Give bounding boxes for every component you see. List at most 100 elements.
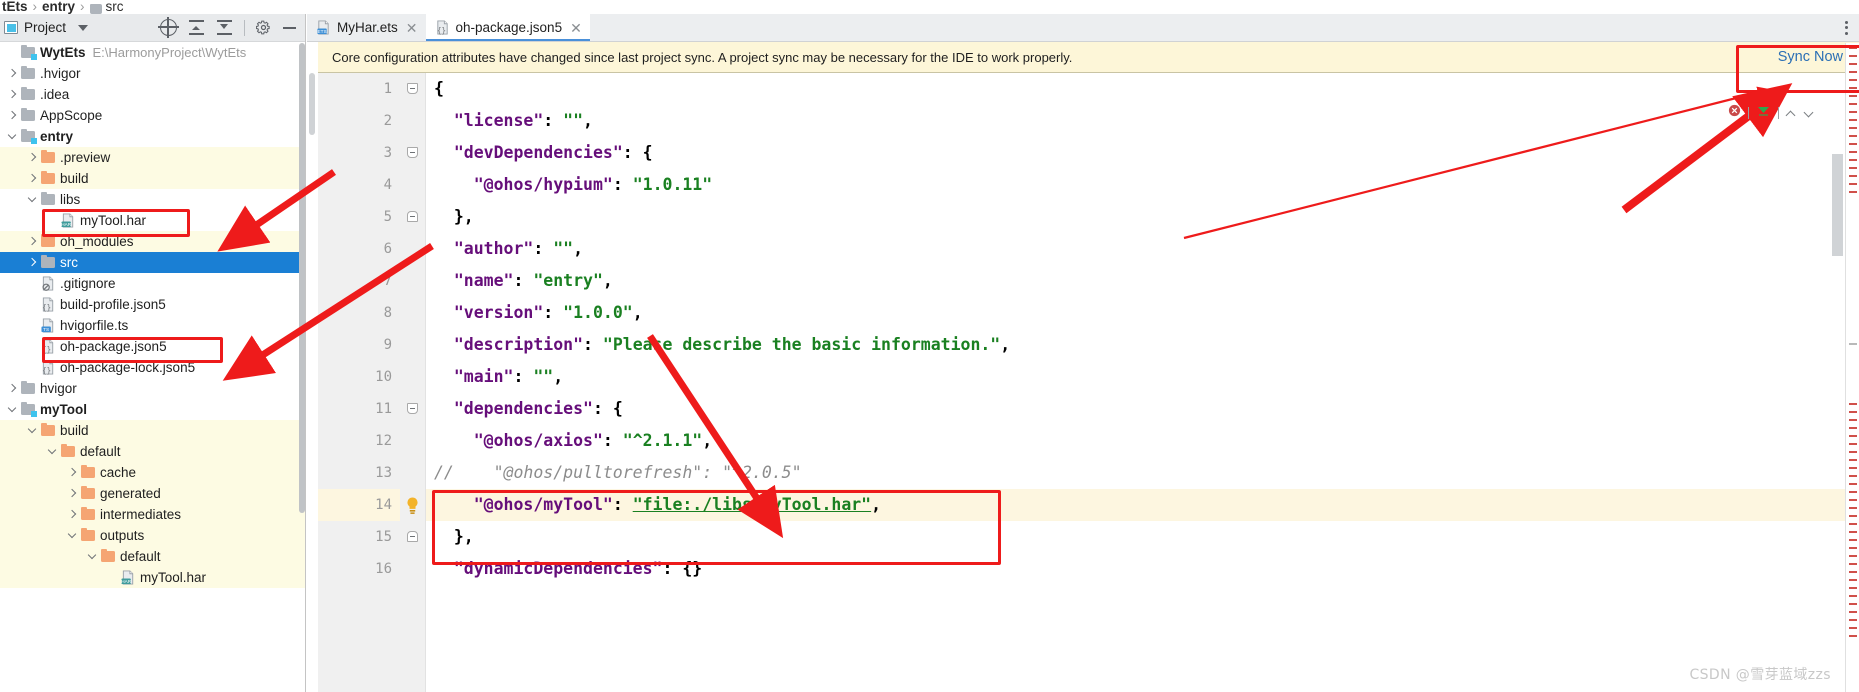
fold-toggle-icon[interactable] <box>407 83 419 96</box>
error-stripe-mark[interactable] <box>1849 555 1857 557</box>
error-stripe-mark[interactable] <box>1849 515 1857 517</box>
error-stripe-mark[interactable] <box>1849 595 1857 597</box>
close-icon[interactable]: ✕ <box>570 21 582 35</box>
error-stripe-mark[interactable] <box>1849 467 1857 469</box>
tree-toggle-down-icon[interactable] <box>6 403 19 416</box>
collapse-all-icon[interactable] <box>216 19 233 36</box>
tree-item-preview[interactable]: .preview <box>0 147 305 168</box>
error-stripe-mark[interactable] <box>1849 563 1857 565</box>
tree-item-intermediates[interactable]: intermediates <box>0 504 305 525</box>
error-stripe-mark[interactable] <box>1849 531 1857 533</box>
minimize-icon[interactable] <box>282 20 297 35</box>
code-line[interactable]: "devDependencies": { <box>400 137 1859 169</box>
error-stripe-mark[interactable] <box>1849 491 1857 493</box>
tree-item-hvigorfile-ts[interactable]: TS hvigorfile.ts <box>0 315 305 336</box>
error-stripe-mark[interactable] <box>1849 151 1857 153</box>
error-stripe-mark[interactable] <box>1849 119 1857 121</box>
editor-left-scroll-track[interactable] <box>307 73 318 692</box>
error-stripe-mark[interactable] <box>1849 443 1857 445</box>
breadcrumb-item-1[interactable]: entry <box>42 0 75 14</box>
tree-toggle-right-icon[interactable] <box>66 466 79 479</box>
error-stripe-mark[interactable] <box>1849 95 1857 97</box>
breadcrumb-item-0[interactable]: tEts <box>2 0 28 14</box>
tree-item-oh-package-lock-json5[interactable]: {} oh-package-lock.json5 <box>0 357 305 378</box>
chevron-down-icon[interactable] <box>1804 108 1815 119</box>
tree-toggle-down-icon[interactable] <box>6 130 19 143</box>
tree-toggle-right-icon[interactable] <box>6 109 19 122</box>
tree-item-hvigor[interactable]: .hvigor <box>0 63 305 84</box>
error-stripe-mark[interactable] <box>1849 111 1857 113</box>
error-stripe-mark[interactable] <box>1849 403 1857 405</box>
code-line[interactable]: { <box>400 73 1859 105</box>
code-line[interactable]: }, <box>400 521 1859 553</box>
fold-toggle-icon[interactable] <box>407 147 419 160</box>
tree-item-appscope[interactable]: AppScope <box>0 105 305 126</box>
code-line[interactable]: "@ohos/hypium": "1.0.11" <box>400 169 1859 201</box>
tree-item-entry[interactable]: entry <box>0 126 305 147</box>
error-stripe-mark[interactable] <box>1849 79 1857 81</box>
tree-item-cache[interactable]: cache <box>0 462 305 483</box>
tree-item-libs[interactable]: libs <box>0 189 305 210</box>
error-stripe-mark[interactable] <box>1849 55 1857 57</box>
error-stripe-mark[interactable] <box>1849 603 1857 605</box>
error-stripe-mark[interactable] <box>1849 523 1857 525</box>
tab-myhar-ets[interactable]: ETS MyHar.ets ✕ <box>307 14 426 41</box>
tree-toggle-down-icon[interactable] <box>86 550 99 563</box>
tree-toggle-down-icon[interactable] <box>46 445 59 458</box>
chevron-up-icon[interactable] <box>1786 108 1797 119</box>
error-stripe-mark[interactable] <box>1849 167 1857 169</box>
error-stripe-mark[interactable] <box>1849 627 1857 629</box>
code-line[interactable]: "dependencies": { <box>400 393 1859 425</box>
error-stripe-mark[interactable] <box>1849 587 1857 589</box>
code-text-area[interactable]: { "license": "", "devDependencies": { "@… <box>400 73 1859 692</box>
error-stripe-mark[interactable] <box>1849 571 1857 573</box>
error-stripe-mark[interactable] <box>1849 175 1857 177</box>
error-marker-icon[interactable] <box>1728 104 1741 122</box>
error-stripe-mark[interactable] <box>1849 579 1857 581</box>
error-stripe-mark[interactable] <box>1849 343 1857 345</box>
code-line[interactable]: "dynamicDependencies": {} <box>400 553 1859 585</box>
tree-item-mytool-har[interactable]: HAR myTool.har <box>0 567 305 588</box>
locate-icon[interactable] <box>158 17 179 38</box>
error-stripe-mark[interactable] <box>1849 427 1857 429</box>
tree-toggle-right-icon[interactable] <box>6 67 19 80</box>
error-stripe-mark[interactable] <box>1849 451 1857 453</box>
code-line[interactable]: "@ohos/myTool": "file:./libs/myTool.har"… <box>400 489 1859 521</box>
code-line[interactable]: "description": "Please describe the basi… <box>400 329 1859 361</box>
error-stripe-mark[interactable] <box>1849 183 1857 185</box>
error-stripe-mark[interactable] <box>1849 103 1857 105</box>
tree-item-outputs[interactable]: outputs <box>0 525 305 546</box>
expand-all-icon[interactable] <box>188 19 205 36</box>
tree-item-oh-package-json5[interactable]: {} oh-package.json5 <box>0 336 305 357</box>
error-stripe-mark[interactable] <box>1849 435 1857 437</box>
fold-toggle-icon[interactable] <box>407 531 419 544</box>
code-line[interactable]: "@ohos/axios": "^2.1.1", <box>400 425 1859 457</box>
tree-item-idea[interactable]: .idea <box>0 84 305 105</box>
fold-toggle-icon[interactable] <box>407 211 419 224</box>
tree-toggle-right-icon[interactable] <box>66 508 79 521</box>
error-stripe-mark[interactable] <box>1849 191 1857 193</box>
error-stripe-mark[interactable] <box>1849 619 1857 621</box>
tree-item-build[interactable]: build <box>0 420 305 441</box>
error-stripe-mark[interactable] <box>1849 127 1857 129</box>
error-stripe-mark[interactable] <box>1849 459 1857 461</box>
tree-toggle-down-icon[interactable] <box>26 424 39 437</box>
error-stripe-mark[interactable] <box>1849 135 1857 137</box>
sync-now-link[interactable]: Sync Now <box>1778 49 1843 65</box>
error-stripe-mark[interactable] <box>1849 419 1857 421</box>
tree-toggle-right-icon[interactable] <box>26 172 39 185</box>
more-vertical-icon[interactable] <box>1833 14 1859 41</box>
code-line[interactable]: "author": "", <box>400 233 1859 265</box>
gear-icon[interactable] <box>255 20 271 35</box>
fold-toggle-icon[interactable] <box>407 403 419 416</box>
error-stripe-mark[interactable] <box>1849 635 1857 637</box>
code-line[interactable]: "name": "entry", <box>400 265 1859 297</box>
tree-item-wytets[interactable]: WytEts E:\HarmonyProject\WytEts <box>0 42 305 63</box>
tree-item-hvigor[interactable]: hvigor <box>0 378 305 399</box>
close-icon[interactable]: ✕ <box>406 21 418 35</box>
tree-item-default[interactable]: default <box>0 546 305 567</box>
code-line[interactable]: "version": "1.0.0", <box>400 297 1859 329</box>
error-stripe-mark[interactable] <box>1849 47 1857 49</box>
error-stripe-mark[interactable] <box>1849 547 1857 549</box>
breadcrumb-item-2[interactable]: src <box>106 0 124 14</box>
